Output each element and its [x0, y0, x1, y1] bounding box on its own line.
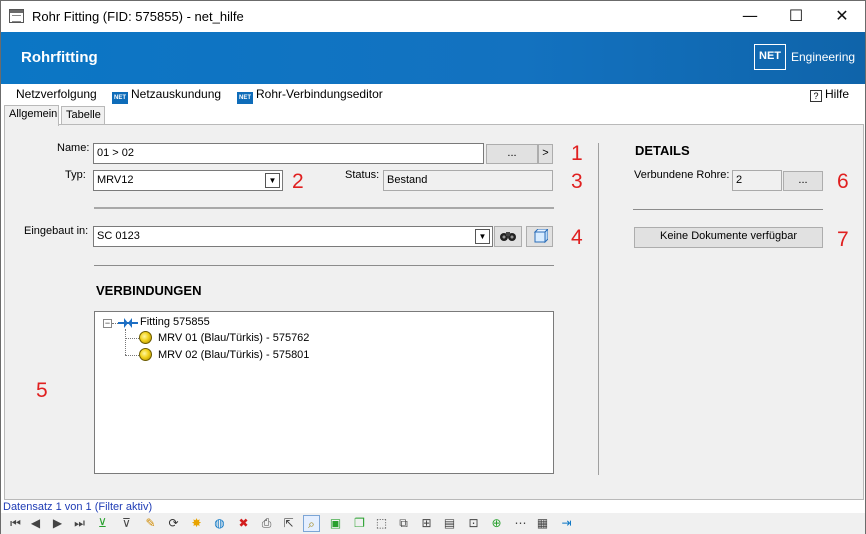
filter-icon[interactable]: ⊽: [118, 515, 135, 532]
tab-allgemein[interactable]: Allgemein: [4, 105, 59, 126]
verbundene-rohre-button[interactable]: ...: [783, 171, 823, 191]
annotation-4: 4: [571, 226, 583, 249]
table-icon[interactable]: ▦: [534, 515, 551, 532]
typ-dropdown[interactable]: MRV12 ▼: [93, 170, 283, 191]
exit-icon[interactable]: ⇥: [558, 515, 575, 532]
pipe-node-icon: [139, 348, 152, 361]
annotation-3: 3: [571, 170, 583, 193]
menu-help[interactable]: ? Hilfe: [810, 87, 849, 102]
annotation-2: 2: [292, 170, 304, 193]
globe-icon[interactable]: ◍: [211, 515, 228, 532]
status-label: Status:: [345, 169, 380, 181]
header-title: Rohrfitting: [21, 49, 98, 66]
tree-line: [125, 338, 139, 339]
copy-shape-icon[interactable]: ❐: [351, 515, 368, 532]
documents-button[interactable]: Keine Dokumente verfügbar: [634, 227, 823, 248]
navigation-toolbar: ⏮ ◀ ▶ ⏭ ⊻ ⊽ ✎ ⟳ ✸ ◍ ✖ ⎙ ⇱ ⌕ ▣ ❐ ⬚ ⧉ ⊞ ▤ ⊡ ⊕ ⋯ ▦ ⇥: [1, 513, 865, 534]
net-logo: NET: [754, 44, 786, 70]
details-heading: DETAILS: [635, 143, 690, 158]
next-record-icon[interactable]: ▶: [49, 515, 66, 532]
tree-item[interactable]: MRV 02 (Blau/Türkis) - 575801: [158, 349, 309, 361]
new-icon[interactable]: ✸: [188, 515, 205, 532]
name-browse-button[interactable]: ...: [486, 144, 538, 164]
collapse-toggle[interactable]: −: [103, 319, 112, 328]
new-folder-icon[interactable]: ⊞: [418, 515, 435, 532]
tab-content-allgemein: Name: 01 > 02 ... > 1 Typ: MRV12 ▼ 2 Sta…: [4, 124, 864, 500]
annotation-6: 6: [837, 170, 849, 193]
annotation-5: 5: [36, 379, 48, 402]
eingebaut-value: SC 0123: [97, 230, 140, 242]
menu-label: Rohr-Verbindungseditor: [256, 87, 383, 101]
typ-value: MRV12: [97, 174, 134, 186]
maximize-button[interactable]: ☐: [773, 1, 819, 32]
zoom-icon[interactable]: ⌕: [303, 515, 320, 532]
close-button[interactable]: ✕: [819, 1, 865, 32]
duplicate-icon[interactable]: ⧉: [395, 515, 412, 532]
menu-label: Netzauskundung: [131, 87, 222, 101]
report-icon[interactable]: ▤: [441, 515, 458, 532]
verbundene-rohre-label: Verbundene Rohre:: [634, 169, 730, 181]
add-document-icon[interactable]: ⊕: [488, 515, 505, 532]
verbindungen-heading: VERBINDUNGEN: [96, 283, 202, 298]
select-icon[interactable]: ⇱: [280, 515, 297, 532]
tab-strip: Allgemein Tabelle: [1, 105, 865, 126]
select-area-icon[interactable]: ⬚: [373, 515, 390, 532]
vertical-divider: [598, 143, 599, 475]
menu-netzauskundung[interactable]: NET Netzauskundung: [112, 87, 221, 104]
delete-icon[interactable]: ✖: [235, 515, 252, 532]
connect-icon[interactable]: ⋯: [512, 515, 529, 532]
tree-root-fitting[interactable]: Fitting 575855: [140, 316, 210, 328]
eingebaut-label: Eingebaut in:: [24, 225, 89, 237]
binoculars-button[interactable]: [494, 226, 522, 247]
menu-bar: Netzverfolgung NET Netzauskundung NET Rohr…: [1, 84, 865, 105]
annotation-1: 1: [571, 142, 583, 165]
tree-line: [125, 355, 139, 356]
cube-button[interactable]: [526, 226, 553, 247]
divider: [633, 209, 823, 210]
menu-rohr-verbindungseditor[interactable]: NET Rohr-Verbindungseditor: [237, 87, 383, 104]
status-field: Bestand: [383, 170, 553, 191]
tree-line: [125, 329, 126, 355]
tab-tabelle[interactable]: Tabelle: [61, 106, 105, 125]
pipe-node-icon: [139, 331, 152, 344]
edit-icon[interactable]: ✎: [142, 515, 159, 532]
name-next-button[interactable]: >: [538, 144, 553, 164]
add-filter-icon[interactable]: ⊻: [94, 515, 111, 532]
help-label: Hilfe: [825, 87, 850, 101]
verbundene-rohre-field: 2: [732, 170, 782, 191]
divider: [94, 265, 554, 266]
title-bar: Rohr Fitting (FID: 575855) - net_hilfe —…: [1, 1, 865, 32]
refresh-icon[interactable]: ⟳: [165, 515, 182, 532]
window-title: Rohr Fitting (FID: 575855) - net_hilfe: [32, 9, 244, 24]
annotation-7: 7: [837, 228, 849, 251]
last-record-icon[interactable]: ⏭: [71, 515, 88, 532]
record-status: Datensatz 1 von 1 (Filter aktiv): [3, 501, 153, 513]
help-icon: ?: [810, 90, 822, 102]
header-banner: Rohrfitting NET Engineering: [1, 32, 865, 84]
eingebaut-dropdown[interactable]: SC 0123 ▼: [93, 226, 493, 247]
prev-record-icon[interactable]: ◀: [27, 515, 44, 532]
tree-item[interactable]: MRV 01 (Blau/Türkis) - 575762: [158, 332, 309, 344]
name-label: Name:: [57, 142, 90, 154]
fitting-icon: [118, 318, 138, 328]
net-icon: NET: [237, 92, 253, 104]
app-table-icon: [9, 9, 24, 23]
layer-icon[interactable]: ▣: [327, 515, 344, 532]
cube-icon: [533, 227, 549, 244]
binoculars-icon: [500, 232, 516, 241]
divider: [94, 207, 554, 209]
document-icon[interactable]: ⊡: [465, 515, 482, 532]
minimize-button[interactable]: —: [727, 1, 773, 32]
logo-caption: Engineering: [791, 50, 856, 64]
net-icon: NET: [112, 92, 128, 104]
name-field[interactable]: 01 > 02: [93, 143, 484, 164]
connections-tree[interactable]: − Fitting 575855 MRV 01 (Blau/Türkis) - …: [94, 311, 554, 474]
application-window: Rohr Fitting (FID: 575855) - net_hilfe —…: [0, 0, 866, 534]
menu-netzverfolgung[interactable]: Netzverfolgung: [16, 87, 97, 101]
chevron-down-icon[interactable]: ▼: [265, 173, 280, 188]
print-icon[interactable]: ⎙: [258, 515, 275, 532]
chevron-down-icon[interactable]: ▼: [475, 229, 490, 244]
typ-label: Typ:: [65, 169, 86, 181]
first-record-icon[interactable]: ⏮: [7, 515, 24, 532]
